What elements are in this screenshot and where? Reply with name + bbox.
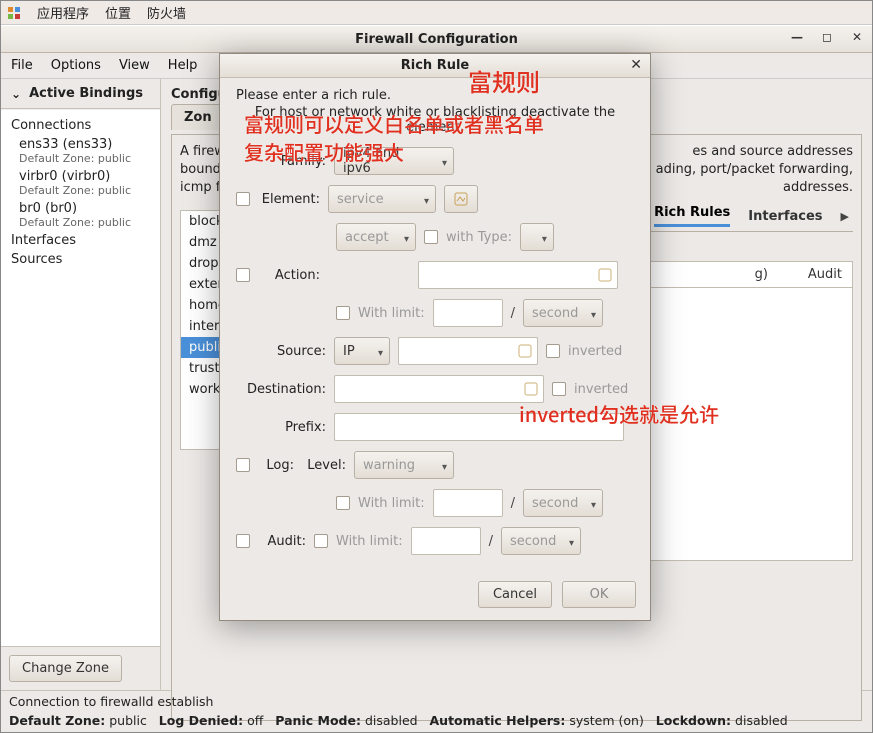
audit-limit-input[interactable] — [411, 527, 481, 555]
tab-interfaces[interactable]: Interfaces — [748, 209, 822, 224]
level-select[interactable]: warning▾ — [354, 451, 454, 479]
prefix-input[interactable] — [334, 413, 624, 441]
caret-down-icon: ▾ — [442, 158, 447, 169]
action-limit-input[interactable] — [433, 299, 503, 327]
connection-item[interactable]: ens33 (ens33) Default Zone: public — [1, 135, 160, 167]
dest-inverted-label: inverted — [574, 382, 628, 397]
group-interfaces[interactable]: Interfaces — [1, 231, 160, 250]
dialog-titlebar: Rich Rule ✕ — [220, 54, 650, 78]
log-limit-unit[interactable]: second▾ — [523, 489, 603, 517]
prefix-label: Prefix: — [236, 420, 326, 435]
caret-down-icon: ▾ — [442, 462, 447, 473]
action-limit-unit[interactable]: second▾ — [523, 299, 603, 327]
with-limit-label: With limit: — [358, 306, 425, 321]
action-checkbox[interactable] — [236, 268, 250, 282]
menu-help[interactable]: Help — [168, 58, 198, 73]
with-limit-label: With limit: — [358, 496, 425, 511]
window-maximize-icon[interactable]: ◻ — [818, 28, 836, 46]
connection-sub: Default Zone: public — [19, 216, 160, 229]
source-inverted-checkbox[interactable] — [546, 344, 560, 358]
tab-zones[interactable]: Zon — [171, 104, 225, 130]
caret-down-icon: ▾ — [424, 196, 429, 207]
group-connections[interactable]: Connections — [1, 116, 160, 135]
desktop-menu-firewall[interactable]: 防火墙 — [147, 3, 186, 22]
active-bindings-header[interactable]: ⌄ Active Bindings — [1, 79, 160, 109]
element-label: Element: — [258, 192, 320, 207]
chevron-down-icon: ⌄ — [11, 87, 21, 101]
caret-down-icon: ▾ — [591, 310, 596, 321]
picker-icon — [523, 381, 539, 397]
rich-rule-dialog: Rich Rule ✕ Please enter a rich rule. Fo… — [219, 53, 651, 621]
level-label: Level: — [302, 458, 346, 473]
caret-down-icon: ▾ — [378, 348, 383, 359]
menu-view[interactable]: View — [119, 58, 150, 73]
action-input[interactable] — [418, 261, 618, 289]
action-withlimit-checkbox[interactable] — [336, 306, 350, 320]
caret-down-icon: ▾ — [404, 234, 409, 245]
caret-down-icon: ▾ — [569, 538, 574, 549]
log-withlimit-checkbox[interactable] — [336, 496, 350, 510]
picker-icon — [517, 343, 533, 359]
audit-withlimit-checkbox[interactable] — [314, 534, 328, 548]
connection-item[interactable]: virbr0 (virbr0) Default Zone: public — [1, 167, 160, 199]
log-label: Log: — [258, 458, 294, 473]
dialog-subintro: For host or network white or blacklistin… — [236, 105, 634, 135]
family-select[interactable]: ipv4 and ipv6▾ — [334, 147, 454, 175]
close-icon[interactable]: ✕ — [630, 57, 642, 73]
element-checkbox[interactable] — [236, 192, 250, 206]
audit-checkbox[interactable] — [236, 534, 250, 548]
caret-down-icon: ▾ — [591, 500, 596, 511]
source-type-select[interactable]: IP▾ — [334, 337, 390, 365]
source-inverted-label: inverted — [568, 344, 622, 359]
window-close-icon[interactable]: ✕ — [848, 28, 866, 46]
menu-file[interactable]: File — [11, 58, 33, 73]
window-titlebar: Firewall Configuration — ◻ ✕ — [1, 25, 872, 53]
connection-sub: Default Zone: public — [19, 152, 160, 165]
dialog-intro: Please enter a rich rule. — [236, 88, 634, 103]
element-select[interactable]: service▾ — [328, 185, 436, 213]
active-bindings-label: Active Bindings — [29, 86, 143, 101]
picker-icon — [597, 267, 613, 283]
cancel-button[interactable]: Cancel — [478, 581, 552, 608]
change-zone-button[interactable]: Change Zone — [9, 655, 122, 682]
caret-down-icon: ▾ — [542, 234, 547, 245]
desktop-menubar: 应用程序 位置 防火墙 — [1, 1, 872, 25]
audit-limit-unit[interactable]: second▾ — [501, 527, 581, 555]
connection-item[interactable]: br0 (br0) Default Zone: public — [1, 199, 160, 231]
source-input[interactable] — [398, 337, 538, 365]
with-type-label: with Type: — [446, 230, 512, 245]
ok-button[interactable]: OK — [562, 581, 636, 608]
window-title: Firewall Configuration — [355, 32, 518, 47]
element-picker-button[interactable] — [444, 185, 478, 213]
accept-select[interactable]: accept▾ — [336, 223, 416, 251]
connection-name: ens33 (ens33) — [19, 137, 160, 152]
action-label: Action: — [258, 268, 320, 283]
col-gap: g) — [755, 267, 768, 282]
desktop-menu-apps[interactable]: 应用程序 — [37, 3, 89, 22]
chevron-right-icon[interactable]: ▶ — [841, 210, 849, 223]
with-limit-label: With limit: — [336, 534, 403, 549]
connection-sub: Default Zone: public — [19, 184, 160, 197]
log-limit-input[interactable] — [433, 489, 503, 517]
connection-name: virbr0 (virbr0) — [19, 169, 160, 184]
with-type-checkbox[interactable] — [424, 230, 438, 244]
log-checkbox[interactable] — [236, 458, 250, 472]
tab-rich-rules[interactable]: Rich Rules — [654, 205, 730, 227]
connection-name: br0 (br0) — [19, 201, 160, 216]
type-select[interactable]: ▾ — [520, 223, 554, 251]
menu-options[interactable]: Options — [51, 58, 101, 73]
destination-input[interactable] — [334, 375, 544, 403]
audit-label: Audit: — [258, 534, 306, 549]
source-label: Source: — [236, 344, 326, 359]
group-sources[interactable]: Sources — [1, 250, 160, 269]
col-audit: Audit — [808, 267, 842, 282]
dialog-title: Rich Rule — [401, 58, 470, 73]
destination-label: Destination: — [236, 382, 326, 397]
picker-icon — [453, 191, 469, 207]
dest-inverted-checkbox[interactable] — [552, 382, 566, 396]
window-minimize-icon[interactable]: — — [788, 28, 806, 46]
desktop-menu-places[interactable]: 位置 — [105, 3, 131, 22]
family-label: Family: — [236, 154, 326, 169]
desktop-icon — [7, 6, 21, 20]
